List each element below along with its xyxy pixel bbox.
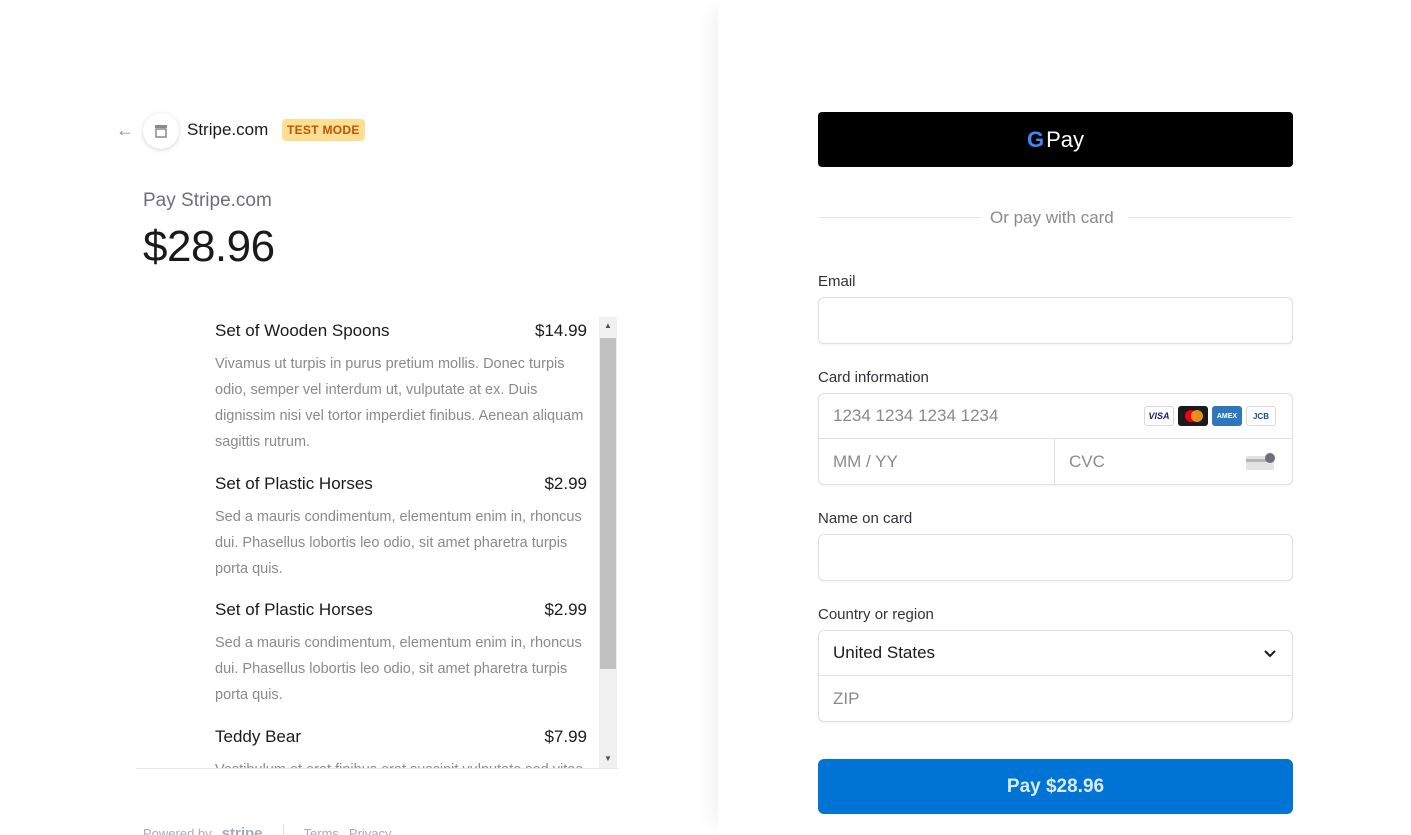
country-label: Country or region bbox=[818, 606, 934, 623]
cvc-card-icon bbox=[1246, 453, 1275, 470]
card-information-label: Card information bbox=[818, 369, 929, 386]
expiry-input[interactable] bbox=[819, 439, 1054, 484]
line-item-name: Set of Plastic Horses bbox=[215, 600, 373, 619]
privacy-link[interactable]: Privacy bbox=[349, 826, 392, 835]
email-label: Email bbox=[818, 273, 856, 290]
jcb-icon: JCB bbox=[1246, 406, 1276, 426]
line-item-price: $14.99 bbox=[535, 321, 587, 340]
card-number-wrapper: VISA AMEX JCB bbox=[819, 394, 1292, 439]
zip-input[interactable] bbox=[819, 676, 1292, 721]
line-item-description: Vestibulum et erat finibus erat suscipit… bbox=[215, 757, 587, 768]
line-item-price: $7.99 bbox=[544, 727, 587, 746]
google-pay-button[interactable]: G Pay bbox=[818, 112, 1293, 167]
card-brand-logos: VISA AMEX JCB bbox=[1144, 406, 1276, 426]
email-field-wrapper bbox=[818, 297, 1293, 344]
google-icon: G bbox=[1026, 126, 1045, 152]
expiry-wrapper bbox=[819, 439, 1055, 484]
total-amount: $28.96 bbox=[143, 222, 275, 271]
cvc-wrapper bbox=[1055, 439, 1292, 484]
terms-link[interactable]: Terms bbox=[304, 826, 339, 835]
line-item-description: Sed a mauris condimentum, elementum enim… bbox=[215, 509, 582, 577]
footer-divider bbox=[282, 824, 284, 835]
amex-icon: AMEX bbox=[1212, 406, 1242, 426]
test-mode-badge: TEST MODE bbox=[282, 119, 365, 141]
footer: Powered by stripe Terms Privacy bbox=[143, 824, 392, 835]
email-field[interactable] bbox=[819, 298, 1292, 343]
merchant-name[interactable]: Stripe.com bbox=[187, 120, 268, 140]
or-divider-right bbox=[1128, 217, 1293, 218]
or-divider-left bbox=[818, 217, 982, 218]
line-items-scrollbar[interactable]: ▲ ▼ bbox=[599, 317, 617, 768]
name-on-card-label: Name on card bbox=[818, 510, 913, 527]
scroll-thumb[interactable] bbox=[600, 338, 616, 669]
visa-icon: VISA bbox=[1144, 406, 1174, 426]
line-item-price: $2.99 bbox=[544, 600, 587, 619]
pay-button[interactable]: Pay $28.96 bbox=[818, 759, 1293, 814]
line-item-name: Teddy Bear bbox=[215, 727, 301, 746]
country-value: United States bbox=[833, 643, 936, 662]
mastercard-icon bbox=[1178, 406, 1208, 426]
chevron-down-icon bbox=[1264, 650, 1276, 658]
powered-by-text: Powered by bbox=[143, 825, 212, 835]
or-pay-with-card-text: Or pay with card bbox=[990, 208, 1114, 227]
line-items-list[interactable]: Set of Wooden Spoons $14.99 Vivamus ut t… bbox=[136, 317, 618, 769]
stripe-logo[interactable]: stripe bbox=[222, 825, 263, 835]
scroll-down-icon[interactable]: ▼ bbox=[599, 750, 617, 768]
pay-label: Pay Stripe.com bbox=[143, 190, 272, 211]
line-item-name: Set of Plastic Horses bbox=[215, 474, 373, 493]
country-select[interactable]: United States bbox=[819, 631, 1292, 676]
arrow-left-icon[interactable]: ← bbox=[114, 119, 136, 141]
line-item-name: Set of Wooden Spoons bbox=[215, 321, 390, 340]
zip-wrapper bbox=[819, 676, 1292, 721]
line-item-price: $2.99 bbox=[544, 474, 587, 493]
country-zip-group: United States bbox=[818, 630, 1293, 722]
name-on-card-field[interactable] bbox=[819, 535, 1292, 580]
line-item-description: Vivamus ut turpis in purus pretium molli… bbox=[215, 356, 584, 450]
line-item-description: Sed a mauris condimentum, elementum enim… bbox=[215, 635, 582, 703]
card-information-group: VISA AMEX JCB bbox=[818, 393, 1293, 485]
google-pay-label: Pay bbox=[1046, 126, 1085, 152]
store-icon bbox=[143, 113, 179, 149]
scroll-up-icon[interactable]: ▲ bbox=[599, 317, 617, 335]
name-field-wrapper bbox=[818, 534, 1293, 581]
